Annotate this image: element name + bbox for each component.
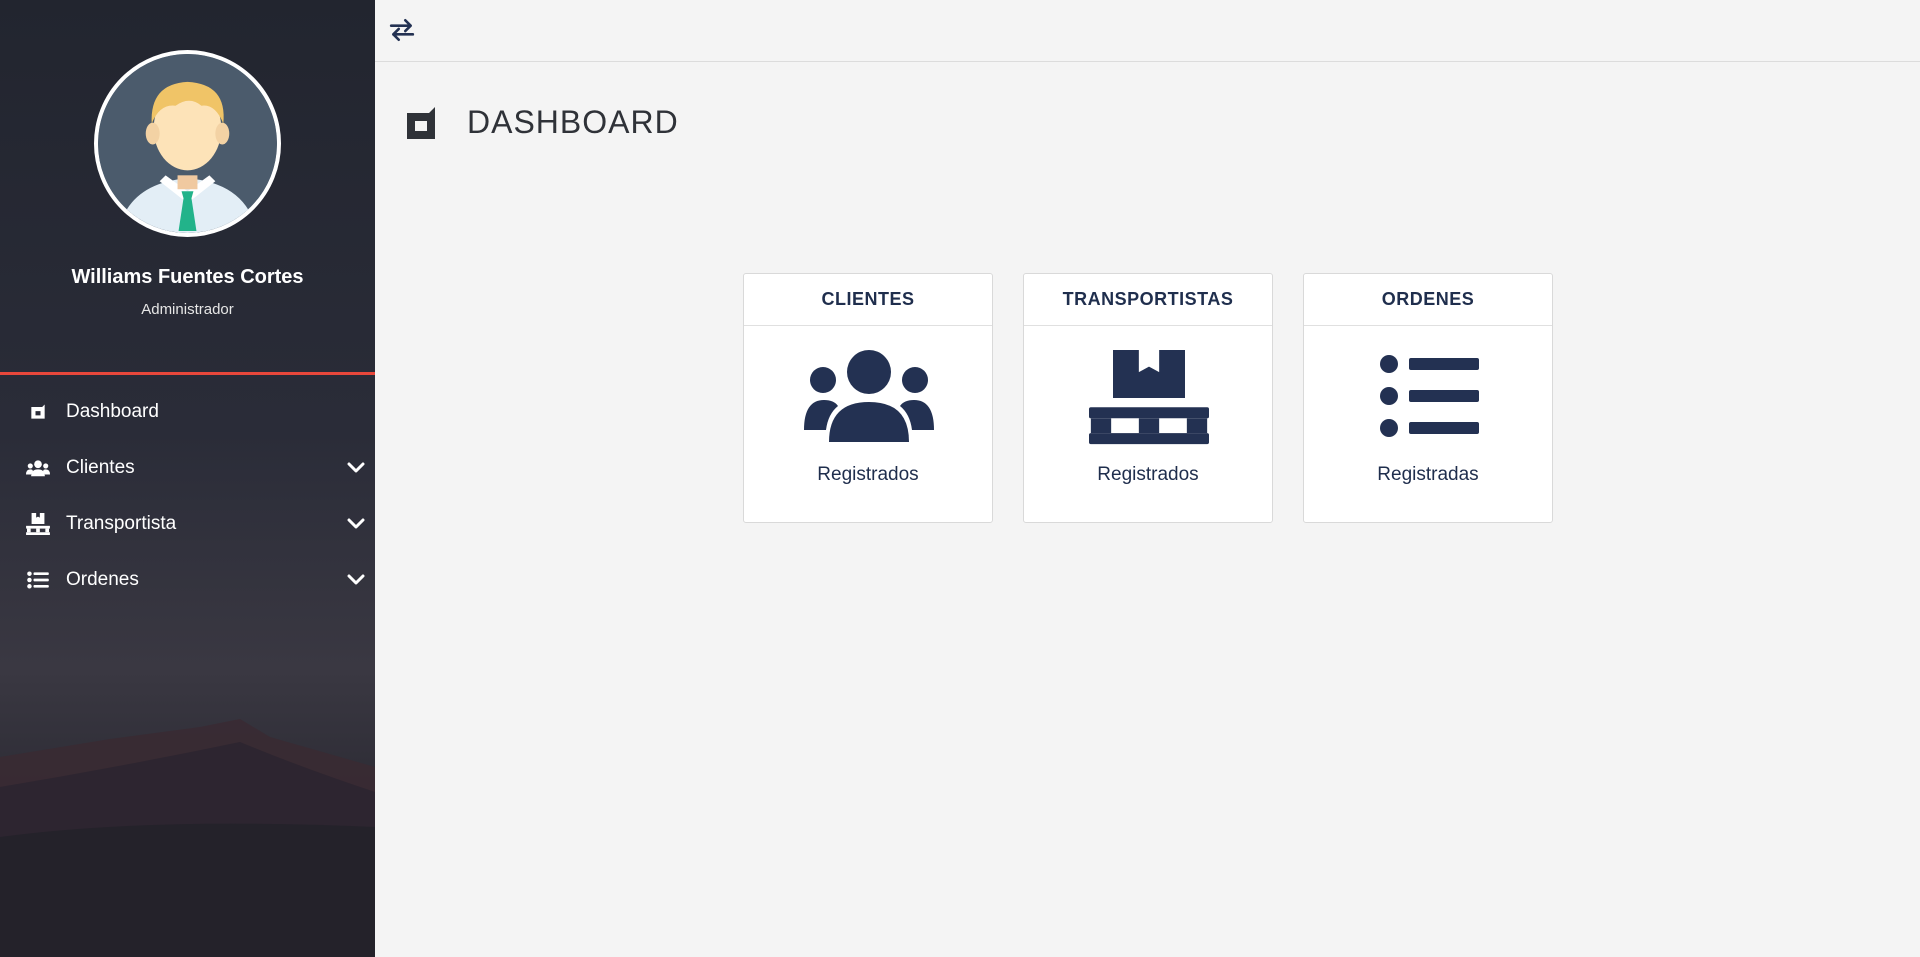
profile-role: Administrador: [141, 301, 234, 318]
users-icon: [804, 350, 934, 442]
profile-panel: Williams Fuentes Cortes Administrador: [0, 0, 375, 372]
dashboard-icon: [407, 106, 435, 139]
page-header: DASHBOARD: [405, 100, 679, 145]
sidebar-item-label: Transportista: [66, 513, 177, 534]
card-label: Registradas: [1377, 464, 1479, 485]
sidebar-item-label: Ordenes: [66, 569, 139, 590]
chevron-down-icon[interactable]: [347, 515, 365, 533]
sidebar-item-transportista[interactable]: Transportista: [0, 496, 375, 552]
card-label: Registrados: [817, 464, 919, 485]
card-label: Registrados: [1097, 464, 1199, 485]
sidebar-item-dashboard[interactable]: Dashboard: [0, 384, 375, 440]
sidebar-background-dunes: [0, 719, 375, 957]
sidebar: Williams Fuentes Cortes Administrador Da…: [0, 0, 375, 957]
page-title: DASHBOARD: [467, 104, 679, 140]
sidebar-item-label: Clientes: [66, 457, 135, 478]
sidebar-divider: [0, 372, 375, 375]
chevron-down-icon[interactable]: [347, 459, 365, 477]
card-title: ORDENES: [1304, 274, 1552, 326]
swap-arrows-icon[interactable]: [389, 18, 415, 42]
card-ordenes[interactable]: ORDENES Registradas: [1303, 273, 1553, 523]
avatar[interactable]: [94, 50, 281, 237]
pallet-icon: [1089, 350, 1209, 445]
dashboard-icon: [26, 400, 50, 424]
sidebar-nav: Dashboard Clientes Transportista Ordenes: [0, 384, 375, 608]
chevron-down-icon[interactable]: [347, 571, 365, 589]
card-transportistas[interactable]: TRANSPORTISTAS Registrados: [1023, 273, 1273, 523]
card-body: Registrados: [1024, 326, 1272, 522]
list-icon: [1380, 355, 1479, 437]
sidebar-item-clientes[interactable]: Clientes: [0, 440, 375, 496]
card-title: CLIENTES: [744, 274, 992, 326]
card-clientes[interactable]: CLIENTES Registrados: [743, 273, 993, 523]
sidebar-item-ordenes[interactable]: Ordenes: [0, 552, 375, 608]
pallet-icon: [26, 512, 50, 536]
list-icon: [26, 568, 50, 592]
card-body: Registrados: [744, 326, 992, 522]
summary-cards: CLIENTES Registrados TRANSPORTISTAS Regi…: [743, 273, 1553, 523]
card-title: TRANSPORTISTAS: [1024, 274, 1272, 326]
profile-name: Williams Fuentes Cortes: [71, 266, 304, 288]
user-avatar-icon: [98, 54, 277, 233]
card-body: Registradas: [1304, 326, 1552, 522]
users-icon: [26, 456, 50, 480]
sidebar-item-label: Dashboard: [66, 401, 159, 422]
top-bar: [375, 0, 1920, 62]
